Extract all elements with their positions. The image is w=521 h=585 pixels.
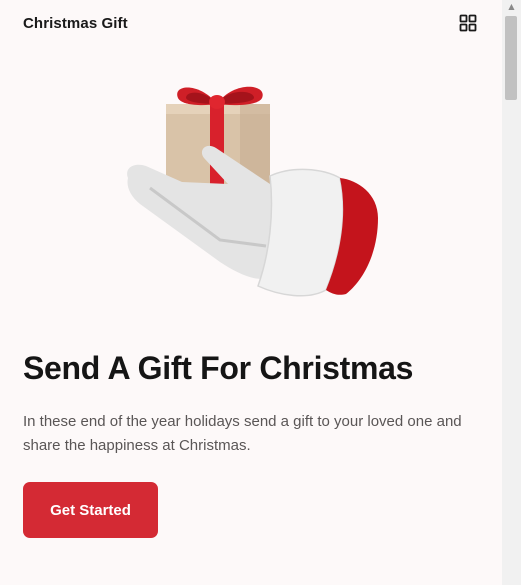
scrollbar-thumb[interactable] <box>505 16 517 100</box>
grid-menu-icon[interactable] <box>459 14 477 32</box>
header: Christmas Gift <box>23 14 483 34</box>
fur-cuff-icon <box>257 168 344 297</box>
page-title: Send A Gift For Christmas <box>23 350 414 386</box>
vertical-scrollbar[interactable]: ▲ <box>502 0 521 585</box>
santa-hand-gift-illustration <box>127 86 378 297</box>
scroll-up-arrow-icon[interactable]: ▲ <box>502 0 521 14</box>
get-started-button[interactable]: Get Started <box>23 482 158 538</box>
page: Christmas Gift Send A Gift For Christmas… <box>0 0 502 585</box>
brand-logo[interactable]: Christmas Gift <box>23 14 128 34</box>
hero-description: In these end of the year holidays send a… <box>23 413 462 454</box>
